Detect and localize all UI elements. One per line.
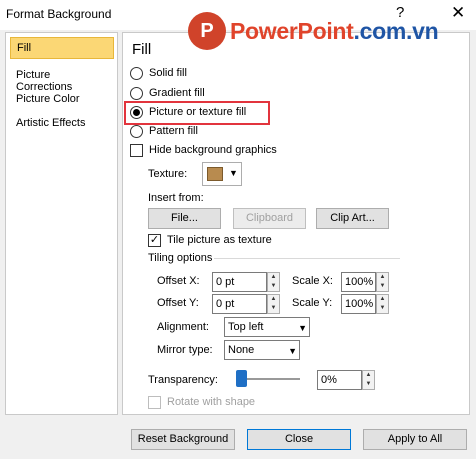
tiling-options-label: Tiling options: [148, 252, 213, 264]
offset-y-input[interactable]: 0 pt: [212, 294, 267, 314]
sidebar-item-artistic-effects[interactable]: Artistic Effects: [10, 113, 114, 135]
pattern-fill-label: Pattern fill: [149, 125, 198, 137]
file-button[interactable]: File...: [148, 208, 221, 229]
category-list: Fill Picture Corrections Picture Color A…: [5, 32, 118, 415]
scale-x-input[interactable]: 100%: [341, 272, 376, 292]
reset-background-button[interactable]: Reset Background: [131, 429, 235, 450]
texture-picker[interactable]: ▼: [202, 162, 242, 186]
mirror-type-select[interactable]: None ▼: [224, 340, 300, 360]
chevron-down-icon: ▼: [298, 323, 307, 333]
transparency-label: Transparency:: [148, 374, 218, 386]
watermark-text: PowerPoint.com.vn: [230, 17, 439, 45]
scale-y-input[interactable]: 100%: [341, 294, 376, 314]
tile-picture-checkbox[interactable]: ✓: [148, 234, 161, 247]
dialog-title: Format Background: [6, 7, 112, 21]
clip-art-button[interactable]: Clip Art...: [316, 208, 389, 229]
solid-fill-radio[interactable]: [130, 67, 143, 80]
hide-background-label: Hide background graphics: [149, 144, 277, 156]
alignment-value: Top left: [228, 321, 264, 333]
divider: [214, 258, 400, 259]
offset-x-input[interactable]: 0 pt: [212, 272, 267, 292]
rotate-with-shape-checkbox[interactable]: [148, 396, 161, 409]
pattern-fill-radio[interactable]: [130, 125, 143, 138]
chevron-down-icon: ▼: [229, 168, 238, 178]
sidebar-item-fill[interactable]: Fill: [10, 37, 114, 59]
hide-background-checkbox[interactable]: [130, 144, 143, 157]
tile-picture-label: Tile picture as texture: [167, 234, 272, 246]
watermark-brand: PowerPoint: [230, 17, 354, 44]
close-icon[interactable]: ✕: [451, 3, 465, 23]
gradient-fill-radio[interactable]: [130, 87, 143, 100]
rotate-with-shape-label: Rotate with shape: [167, 396, 256, 408]
texture-swatch-icon: [207, 167, 223, 181]
close-button[interactable]: Close: [247, 429, 351, 450]
panel-heading: Fill: [132, 41, 152, 58]
scale-y-spinner[interactable]: ▲ ▼: [376, 294, 389, 314]
apply-to-all-button[interactable]: Apply to All: [363, 429, 467, 450]
scale-y-label: Scale Y:: [292, 297, 333, 309]
mirror-type-label: Mirror type:: [157, 344, 213, 356]
watermark-domain: .com.vn: [353, 17, 439, 44]
texture-label: Texture:: [148, 168, 188, 180]
sidebar-item-picture-corrections[interactable]: Picture Corrections: [10, 65, 114, 93]
offset-x-spinner[interactable]: ▲ ▼: [267, 272, 280, 292]
chevron-down-icon: ▼: [288, 346, 297, 356]
scale-x-label: Scale X:: [292, 275, 333, 287]
mirror-type-value: None: [228, 344, 255, 356]
scale-x-spinner[interactable]: ▲ ▼: [376, 272, 389, 292]
watermark: P PowerPoint.com.vn: [188, 12, 439, 50]
sidebar-item-picture-color[interactable]: Picture Color: [10, 89, 114, 111]
clipboard-button[interactable]: Clipboard: [233, 208, 306, 229]
offset-y-spinner[interactable]: ▲ ▼: [267, 294, 280, 314]
insert-from-label: Insert from:: [148, 192, 204, 204]
solid-fill-label: Solid fill: [149, 67, 187, 79]
transparency-input[interactable]: 0%: [317, 370, 362, 390]
offset-x-label: Offset X:: [157, 275, 200, 287]
highlight-box: [124, 101, 270, 125]
powerpoint-logo-icon: P: [188, 12, 226, 50]
offset-y-label: Offset Y:: [157, 297, 199, 309]
alignment-select[interactable]: Top left ▼: [224, 317, 310, 337]
transparency-spinner[interactable]: ▲ ▼: [362, 370, 375, 390]
alignment-label: Alignment:: [157, 321, 209, 333]
transparency-slider-thumb[interactable]: [236, 370, 247, 387]
gradient-fill-label: Gradient fill: [149, 87, 205, 99]
